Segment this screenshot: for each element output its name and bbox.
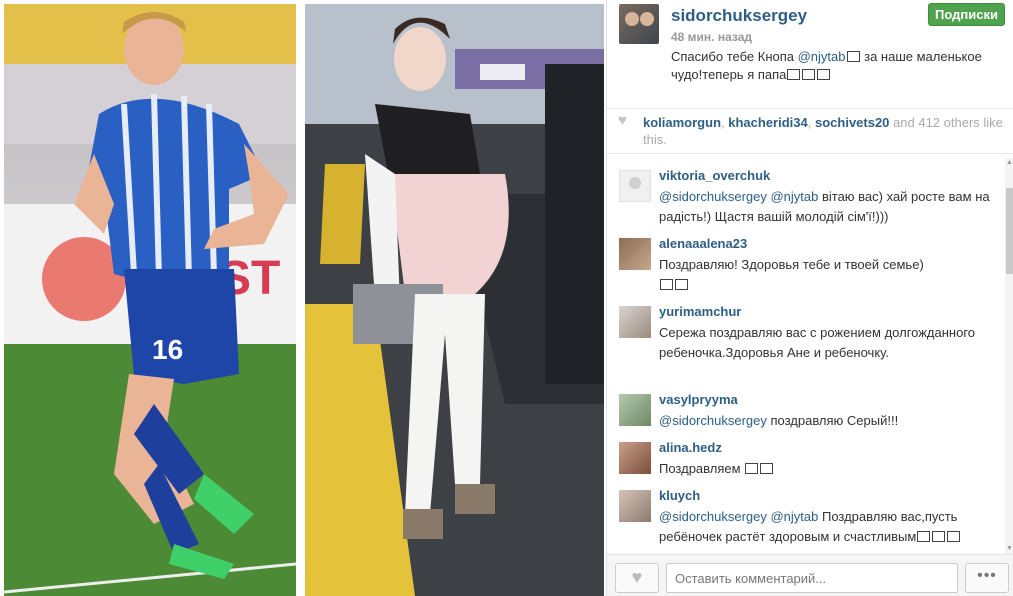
- woman-illustration: [305, 4, 604, 596]
- commenter-avatar[interactable]: [619, 306, 651, 338]
- follow-button[interactable]: Подписки: [928, 3, 1005, 26]
- caption-mention[interactable]: @njytab: [798, 49, 846, 64]
- photo-right-woman: [305, 4, 604, 596]
- likes-count[interactable]: 412: [918, 115, 940, 130]
- footballer-illustration: ST 16: [4, 4, 296, 596]
- caption-text-before: Спасибо тебе Кнопа: [671, 49, 798, 64]
- instagram-post-viewer: ST 16 sidorchuksergey 48 мин. назад Подп…: [0, 0, 1013, 596]
- emoji-glyph: [802, 69, 816, 80]
- comment-text: Поздравляю! Здоровья тебе и твоей семье): [659, 255, 999, 295]
- emoji-glyph: [947, 531, 961, 542]
- likes-and: and: [889, 115, 919, 130]
- commenter-username[interactable]: yurimamchur: [659, 304, 741, 319]
- comment-body: Поздравляю! Здоровья тебе и твоей семье): [659, 257, 924, 272]
- comment-text: Сережа поздравляю вас с рожением долгожд…: [659, 323, 999, 363]
- comment-body: Поздравляем: [659, 461, 741, 476]
- emoji-glyph: [787, 69, 801, 80]
- emoji-glyph: [675, 279, 688, 290]
- photo-left-footballer: ST 16: [4, 4, 296, 596]
- comment-text: Поздравляем: [659, 459, 999, 479]
- comment-mention[interactable]: @sidorchuksergey @njytab: [659, 189, 818, 204]
- commenter-avatar[interactable]: [619, 238, 651, 270]
- author-username[interactable]: sidorchuksergey: [671, 6, 807, 26]
- commenter-username[interactable]: viktoria_overchuk: [659, 168, 770, 183]
- post-sidebar: sidorchuksergey 48 мин. назад Подписки С…: [606, 0, 1013, 596]
- emoji-glyph: [846, 51, 860, 62]
- liker-username[interactable]: sochivets20: [815, 115, 889, 130]
- post-caption: Спасибо тебе Кнопа @njytab за наше мален…: [671, 48, 1011, 84]
- more-options-button[interactable]: •••: [965, 563, 1009, 593]
- scroll-down-icon[interactable]: ▼: [1005, 544, 1013, 554]
- commenter-avatar[interactable]: [619, 394, 651, 426]
- like-button[interactable]: ♥: [615, 563, 659, 593]
- post-photo[interactable]: ST 16: [0, 0, 606, 596]
- emoji-glyph: [817, 69, 831, 80]
- author-avatar[interactable]: [619, 4, 659, 44]
- post-header: sidorchuksergey 48 мин. назад Подписки С…: [607, 0, 1013, 100]
- comment-mention[interactable]: @sidorchuksergey @njytab: [659, 509, 818, 524]
- emoji-glyph: [917, 531, 931, 542]
- more-dots-icon: •••: [977, 567, 997, 584]
- emoji-glyph: [745, 463, 759, 474]
- scroll-thumb[interactable]: [1006, 188, 1013, 274]
- comment-text: @sidorchuksergey @njytab Поздравляю вас,…: [659, 507, 999, 547]
- likes-summary: koliamorgun, khacheridi34, sochivets20 a…: [643, 115, 1003, 147]
- comment-input[interactable]: [666, 563, 958, 593]
- scroll-up-icon[interactable]: ▲: [1005, 158, 1013, 168]
- commenter-username[interactable]: alina.hedz: [659, 440, 722, 455]
- like-heart-icon: ♥: [631, 567, 643, 587]
- liker-username[interactable]: koliamorgun: [643, 115, 721, 130]
- comment-text: @sidorchuksergey @njytab вітаю вас) хай …: [659, 187, 999, 227]
- comment-text: @sidorchuksergey поздравляю Серый!!!: [659, 411, 999, 431]
- liker-username[interactable]: khacheridi34: [728, 115, 808, 130]
- comment-body: поздравляю Серый!!!: [766, 413, 899, 428]
- emoji-glyph: [932, 531, 946, 542]
- emoji-glyph: [660, 279, 673, 290]
- commenter-username[interactable]: vasylpryyma: [659, 392, 738, 407]
- likes-section: ♥ koliamorgun, khacheridi34, sochivets20…: [607, 108, 1013, 154]
- comment-footer: ♥ •••: [607, 554, 1013, 596]
- commenter-username[interactable]: kluych: [659, 488, 700, 503]
- emoji-glyph: [760, 463, 774, 474]
- commenter-avatar[interactable]: [619, 442, 651, 474]
- commenter-username[interactable]: alenaaalena23: [659, 236, 747, 251]
- comment-mention[interactable]: @sidorchuksergey: [659, 413, 767, 428]
- svg-text:16: 16: [152, 334, 183, 365]
- post-timestamp[interactable]: 48 мин. назад: [671, 30, 752, 44]
- comment-body: Сережа поздравляю вас с рожением долгожд…: [659, 325, 976, 360]
- commenter-avatar[interactable]: [619, 490, 651, 522]
- commenter-avatar[interactable]: [619, 170, 651, 202]
- heart-icon: ♥: [618, 112, 627, 129]
- comments-list: viktoria_overchuk @sidorchuksergey @njyt…: [607, 158, 1005, 554]
- comments-scrollbar[interactable]: ▲ ▼: [1005, 158, 1013, 554]
